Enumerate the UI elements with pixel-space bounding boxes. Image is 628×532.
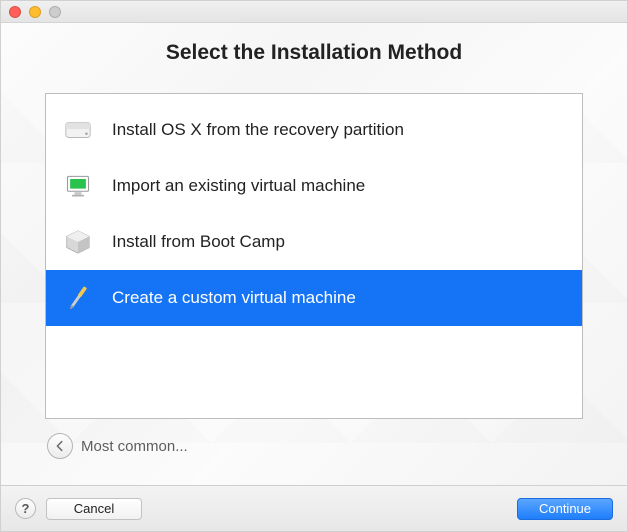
- continue-button-label: Continue: [539, 501, 591, 516]
- minimize-window-button[interactable]: [29, 6, 41, 18]
- options-panel: Install OS X from the recovery partition…: [45, 93, 583, 419]
- hard-drive-icon: [62, 114, 94, 146]
- option-install-osx-recovery[interactable]: Install OS X from the recovery partition: [46, 102, 582, 158]
- option-import-existing-vm[interactable]: Import an existing virtual machine: [46, 158, 582, 214]
- option-label: Import an existing virtual machine: [112, 176, 365, 196]
- monitor-icon: [62, 170, 94, 202]
- screwdriver-icon: [62, 282, 94, 314]
- help-button[interactable]: ?: [15, 498, 36, 519]
- option-install-boot-camp[interactable]: Install from Boot Camp: [46, 214, 582, 270]
- bootcamp-icon: [62, 226, 94, 258]
- page-title: Select the Installation Method: [166, 41, 462, 65]
- zoom-window-button[interactable]: [49, 6, 61, 18]
- continue-button[interactable]: Continue: [517, 498, 613, 520]
- option-create-custom-vm[interactable]: Create a custom virtual machine: [46, 270, 582, 326]
- back-row: Most common...: [45, 433, 583, 459]
- cancel-button[interactable]: Cancel: [46, 498, 142, 520]
- cancel-button-label: Cancel: [74, 501, 114, 516]
- close-window-button[interactable]: [9, 6, 21, 18]
- back-label: Most common...: [81, 438, 188, 455]
- back-button[interactable]: [47, 433, 73, 459]
- footer: ? Cancel Continue: [1, 485, 627, 531]
- option-label: Create a custom virtual machine: [112, 288, 356, 308]
- option-label: Install OS X from the recovery partition: [112, 120, 404, 140]
- installer-window: Select the Installation Method Install O…: [0, 0, 628, 532]
- option-label: Install from Boot Camp: [112, 232, 285, 252]
- titlebar: [1, 1, 627, 23]
- content-area: Select the Installation Method Install O…: [1, 23, 627, 485]
